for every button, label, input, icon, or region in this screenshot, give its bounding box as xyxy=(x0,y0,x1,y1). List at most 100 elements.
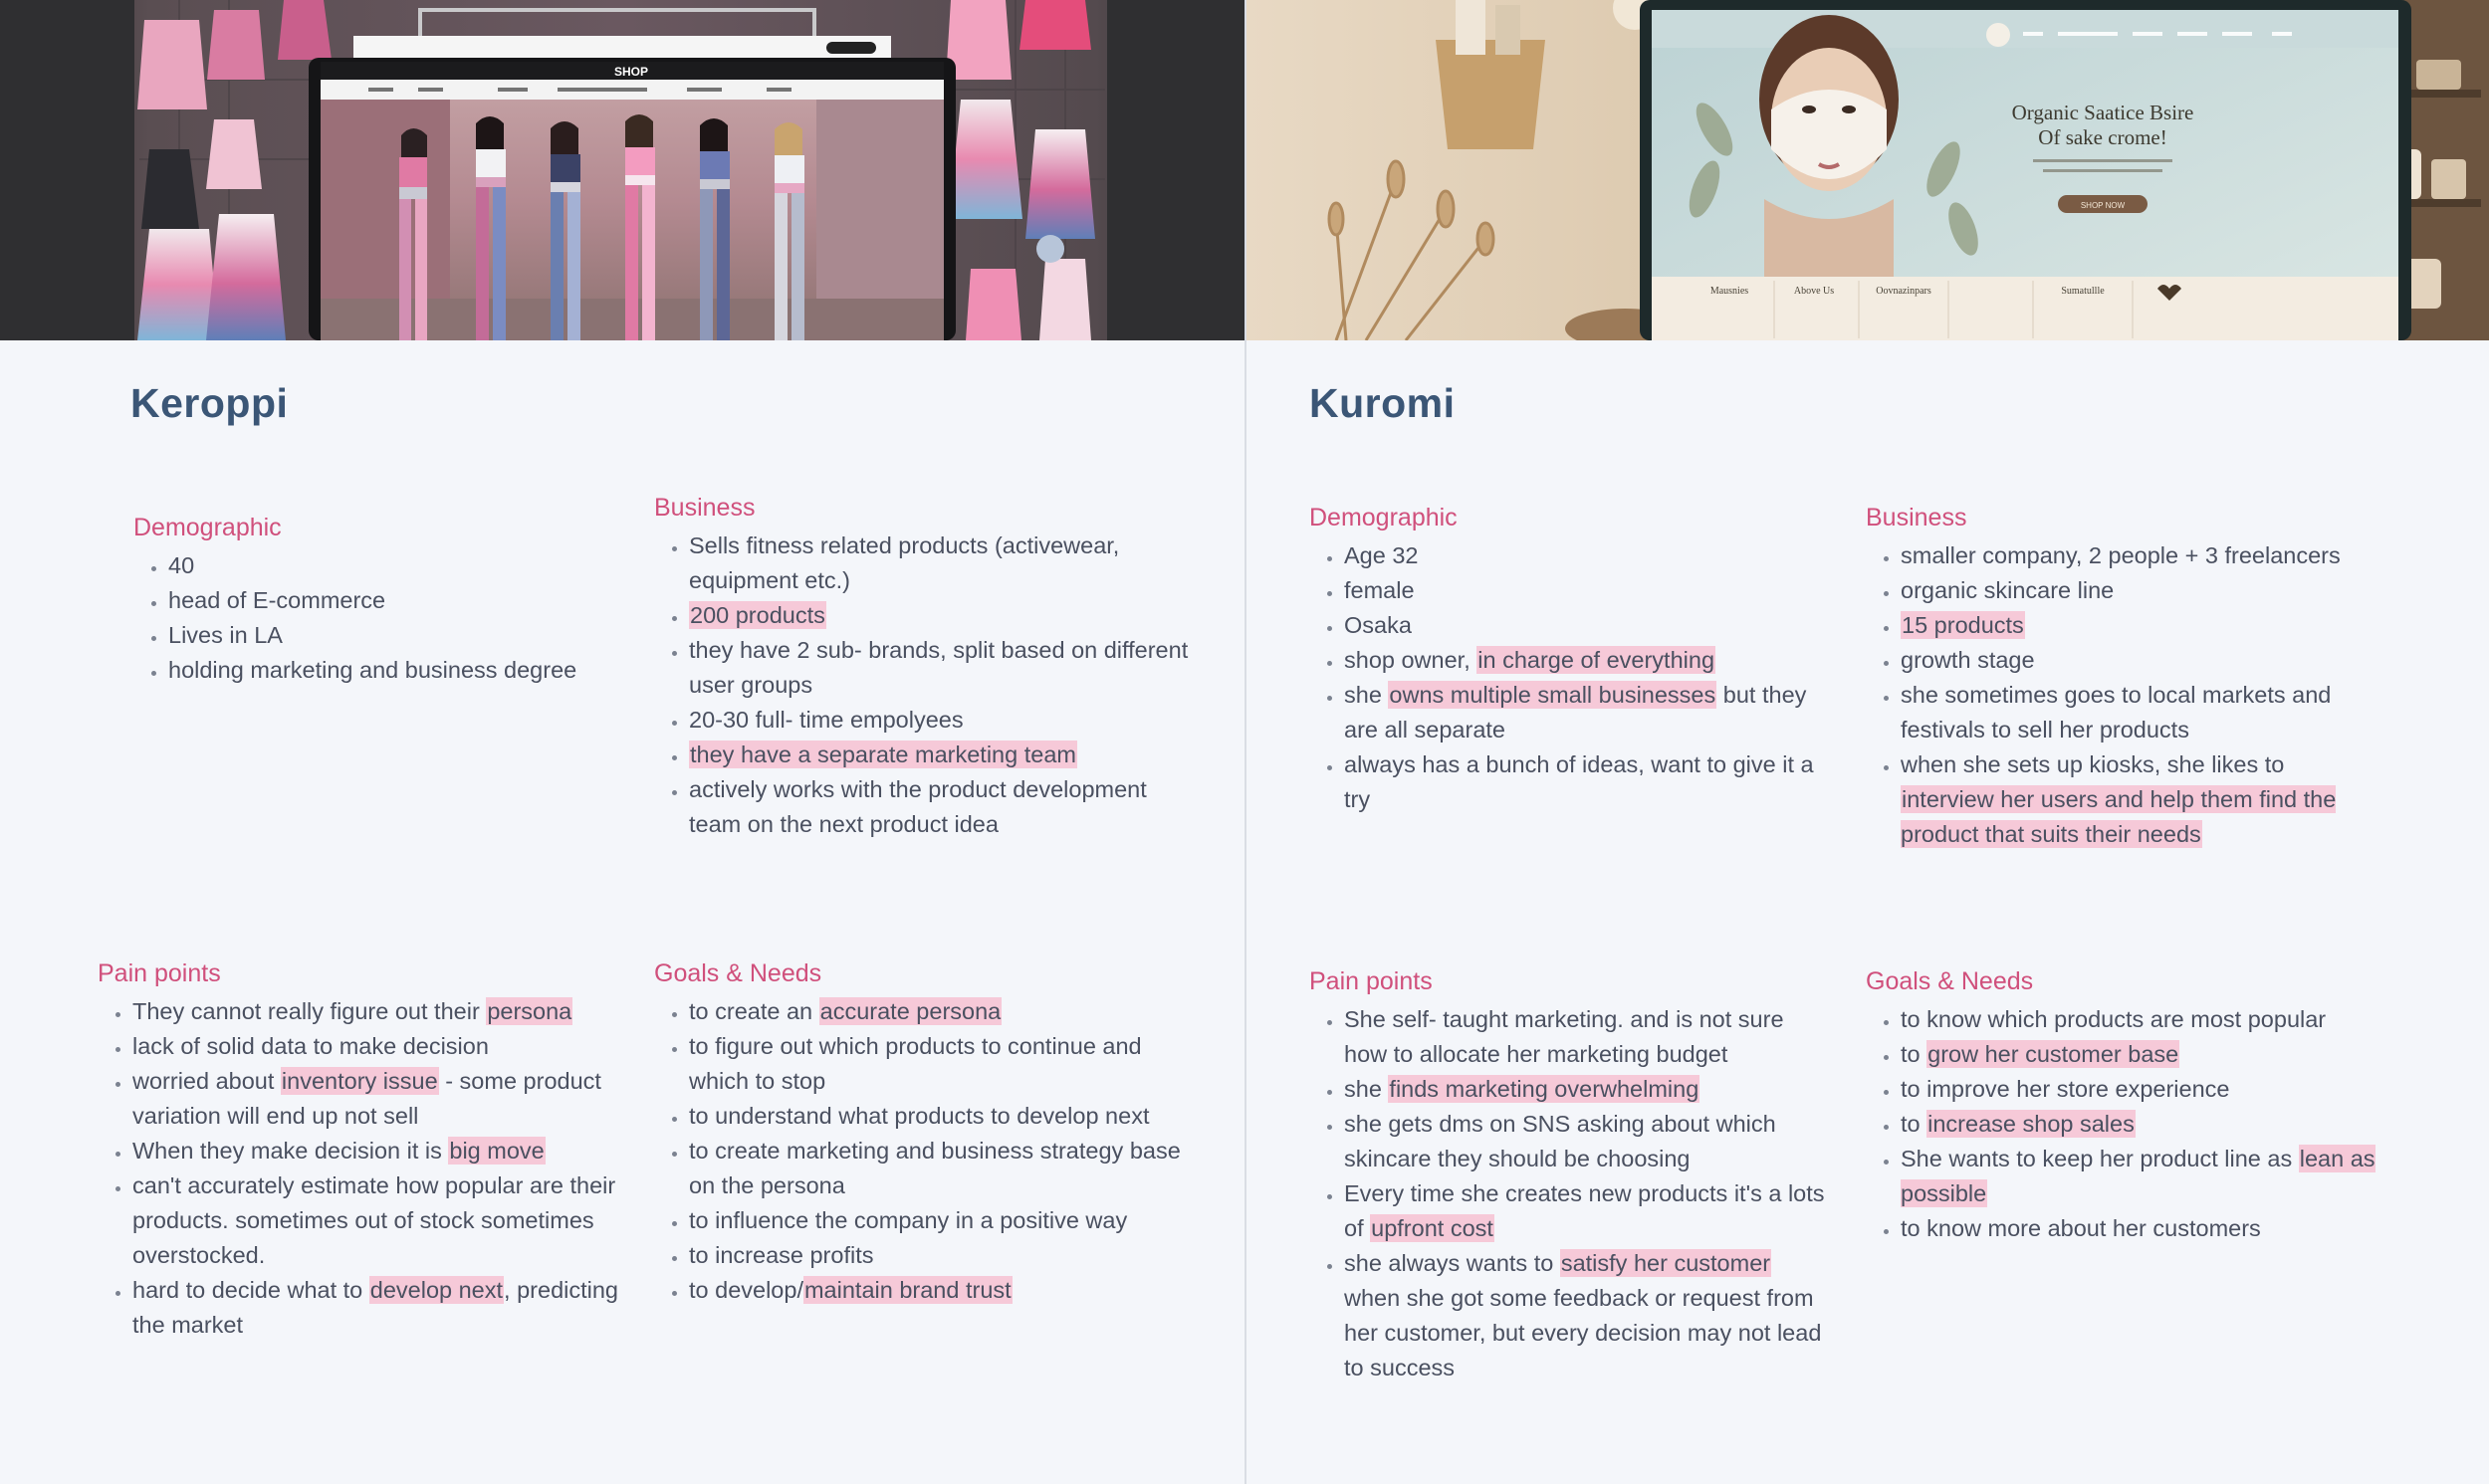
fitness-store-illustration: SHOP xyxy=(0,0,1244,340)
list-item-text: to develop/ xyxy=(689,1277,803,1303)
fitness-store-hero-image: SHOP xyxy=(0,0,1244,340)
list-item-text: holding marketing and business degree xyxy=(168,657,577,683)
highlighted-text: 15 products xyxy=(1901,611,2025,639)
section-heading: Pain points xyxy=(1309,967,1433,995)
list-item-text: to create an xyxy=(689,998,819,1024)
list-item: to create an accurate persona xyxy=(689,994,1192,1029)
list-item: to improve her store experience xyxy=(1901,1072,2383,1107)
list-item-text: to figure out which products to continue… xyxy=(689,1033,1142,1094)
list-item-text: to xyxy=(1901,1041,1927,1067)
list-item-text: to increase profits xyxy=(689,1242,874,1268)
list-item: She wants to keep her product line as le… xyxy=(1901,1142,2383,1211)
list-item-text: Osaka xyxy=(1344,612,1412,638)
list-item: 15 products xyxy=(1901,608,2383,643)
list-item: Every time she creates new products it's… xyxy=(1344,1176,1827,1246)
hero-headline-line-2: Of sake crome! xyxy=(2038,125,2166,149)
list-item: she owns multiple small businesses but t… xyxy=(1344,678,1827,747)
list-item: She self- taught marketing. and is not s… xyxy=(1344,1002,1827,1072)
list-item: to increase shop sales xyxy=(1901,1107,2383,1142)
list-item-text: Sells fitness related products (activewe… xyxy=(689,532,1120,593)
list-item: can't accurately estimate how popular ar… xyxy=(132,1168,635,1273)
list-item: They cannot really figure out their pers… xyxy=(132,994,635,1029)
list-item: to grow her customer base xyxy=(1901,1037,2383,1072)
persona-name: Keroppi xyxy=(130,380,289,426)
list-item-text: growth stage xyxy=(1901,647,2035,673)
list-item-text: when she got some feedback or request fr… xyxy=(1344,1285,1822,1380)
pain-points-section: Pain points She self- taught marketing. … xyxy=(1309,967,1827,1385)
list-item: Osaka xyxy=(1344,608,1827,643)
bullet-list: to create an accurate persona to figure … xyxy=(654,994,1192,1308)
list-item-text: female xyxy=(1344,577,1415,603)
pain-points-section: Pain points They cannot really figure ou… xyxy=(98,959,635,1343)
section-heading: Demographic xyxy=(1309,504,1458,531)
highlighted-text: interview her users and help them find t… xyxy=(1901,785,2337,848)
list-item-text: She wants to keep her product line as xyxy=(1901,1146,2299,1171)
list-item-text: they have 2 sub- brands, split based on … xyxy=(689,637,1189,698)
section-heading: Business xyxy=(654,494,756,522)
list-item: actively works with the product developm… xyxy=(689,772,1192,842)
list-item: to understand what products to develop n… xyxy=(689,1099,1192,1134)
highlighted-text: develop next xyxy=(368,1276,505,1304)
list-item: 20-30 full- time empolyees xyxy=(689,703,1192,738)
list-item-text: worried about xyxy=(132,1068,281,1094)
bullet-list: Age 32 female Osaka shop owner, in charge o… xyxy=(1309,538,1827,817)
highlighted-text: increase shop sales xyxy=(1926,1110,2136,1138)
section-heading: Goals & Needs xyxy=(1866,967,2034,995)
list-item-text: she sometimes goes to local markets and … xyxy=(1901,682,2332,742)
highlighted-text: maintain brand trust xyxy=(802,1276,1013,1304)
list-item: she sometimes goes to local markets and … xyxy=(1901,678,2383,747)
list-item: shop owner, in charge of everything xyxy=(1344,643,1827,678)
list-item-text: to influence the company in a positive w… xyxy=(689,1207,1128,1233)
business-section: Business smaller company, 2 people + 3 f… xyxy=(1866,504,2383,852)
hero-headline-line-1: Organic Saatice Bsire xyxy=(2012,101,2194,124)
list-item: hard to decide what to develop next, pre… xyxy=(132,1273,635,1343)
bullet-list: She self- taught marketing. and is not s… xyxy=(1309,1002,1827,1385)
list-item: 200 products xyxy=(689,598,1192,633)
list-item: to know which products are most popular xyxy=(1901,1002,2383,1037)
demographic-section: Demographic Age 32 female Osaka shop owner,… xyxy=(1309,504,1827,817)
highlighted-text: accurate persona xyxy=(818,997,1003,1025)
list-item: head of E-commerce xyxy=(168,583,651,618)
highlighted-text: finds marketing overwhelming xyxy=(1388,1075,1700,1103)
list-item-text: When they make decision it is xyxy=(132,1138,449,1164)
bullet-list: They cannot really figure out their pers… xyxy=(98,994,635,1343)
list-item-text: to know more about her customers xyxy=(1901,1215,2261,1241)
list-item: When they make decision it is big move xyxy=(132,1134,635,1168)
list-item: to influence the company in a positive w… xyxy=(689,1203,1192,1238)
list-item: she finds marketing overwhelming xyxy=(1344,1072,1827,1107)
highlighted-text: satisfy her customer xyxy=(1559,1249,1772,1277)
business-section: Business Sells fitness related products … xyxy=(654,494,1192,842)
list-item-text: when she sets up kiosks, she likes to xyxy=(1901,751,2285,777)
list-item-text: she xyxy=(1344,1076,1389,1102)
list-item-text: They cannot really figure out their xyxy=(132,998,487,1024)
list-item: Lives in LA xyxy=(168,618,651,653)
list-item: to figure out which products to continue… xyxy=(689,1029,1192,1099)
section-heading: Business xyxy=(1866,504,1967,531)
hero-nav-item: Above Us xyxy=(1794,286,1834,297)
bullet-list: to know which products are most popular t… xyxy=(1866,1002,2383,1246)
list-item-text: 40 xyxy=(168,552,195,578)
demographic-section: Demographic 40 head of E-commerce Lives in… xyxy=(133,514,651,688)
bullet-list: smaller company, 2 people + 3 freelancer… xyxy=(1866,538,2383,852)
highlighted-text: persona xyxy=(486,997,573,1025)
list-item-text: she xyxy=(1344,682,1389,708)
list-item: to know more about her customers xyxy=(1901,1211,2383,1246)
section-heading: Demographic xyxy=(133,514,282,541)
list-item: when she sets up kiosks, she likes to in… xyxy=(1901,747,2383,852)
list-item-text: organic skincare line xyxy=(1901,577,2115,603)
highlighted-text: owns multiple small businesses xyxy=(1388,681,1717,709)
hero-cta-button: SHOP NOW xyxy=(2081,201,2126,210)
list-item: she gets dms on SNS asking about which s… xyxy=(1344,1107,1827,1176)
list-item-text: always has a bunch of ideas, want to giv… xyxy=(1344,751,1814,812)
section-heading: Goals & Needs xyxy=(654,959,822,987)
goals-needs-section: Goals & Needs to create an accurate pers… xyxy=(654,959,1192,1308)
list-item: to increase profits xyxy=(689,1238,1192,1273)
list-item: female xyxy=(1344,573,1827,608)
list-item-text: actively works with the product developm… xyxy=(689,776,1147,837)
list-item-text: Age 32 xyxy=(1344,542,1419,568)
list-item-text: to know which products are most popular xyxy=(1901,1006,2327,1032)
highlighted-text: big move xyxy=(448,1137,546,1165)
list-item-text: she gets dms on SNS asking about which s… xyxy=(1344,1111,1776,1171)
list-item-text: she always wants to xyxy=(1344,1250,1560,1276)
skincare-store-hero-image: Organic Saatice Bsire Of sake crome! SHO… xyxy=(1246,0,2489,340)
